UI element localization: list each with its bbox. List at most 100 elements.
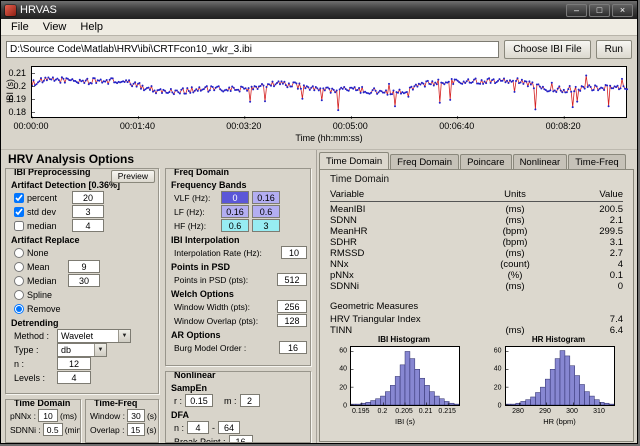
burg-order-input[interactable] (279, 341, 307, 354)
dfa-n-high-input[interactable] (218, 421, 241, 434)
median-checkbox[interactable] (14, 220, 24, 231)
minimize-button-icon[interactable]: – (566, 3, 587, 17)
maximize-button-icon[interactable]: □ (589, 3, 610, 17)
tick-label: 20 (493, 384, 502, 392)
menu-file[interactable]: File (4, 20, 36, 34)
cell-units: (ms) (505, 204, 525, 215)
detrend-n-input[interactable] (57, 357, 91, 370)
artifact-detect-stddev-row: std dev (14, 205, 155, 218)
burg-order-label: Burg Model Order : (174, 342, 247, 353)
welch-overlap-input[interactable] (277, 314, 307, 327)
replace-median-label: Median (27, 275, 57, 286)
dfa-n-label: n : (174, 422, 185, 433)
stddev-label: std dev (27, 206, 57, 217)
cell-units: (ms) (505, 215, 525, 226)
ibi-plot-yticks: 0.21 0.2 0.19 0.18 (1, 66, 28, 118)
percent-checkbox[interactable] (14, 192, 24, 203)
tf-overlap-row: Overlap : (s) (90, 423, 156, 436)
welch-width-input[interactable] (277, 300, 307, 313)
psd-points-input[interactable] (277, 273, 307, 286)
cell-variable: SDNN (330, 215, 357, 226)
hf-low-input[interactable] (221, 219, 249, 232)
dfa-n-low-input[interactable] (187, 421, 210, 434)
cell-value: 0.1 (609, 270, 623, 281)
menu-view[interactable]: View (36, 20, 74, 34)
detrend-type-select[interactable]: db ▼ (57, 342, 107, 357)
ibi-file-path-input[interactable] (6, 40, 500, 58)
tick-label: 310 (593, 408, 605, 415)
chevron-down-icon[interactable]: ▼ (118, 329, 130, 342)
replace-median-input[interactable] (68, 274, 100, 287)
pnnx-label: pNNx : (10, 410, 36, 421)
vlf-label: VLF (Hz): (174, 192, 211, 203)
tab-poincare[interactable]: Poincare (460, 154, 512, 169)
run-button[interactable]: Run (595, 39, 632, 59)
tf-window-label: Window : (90, 410, 125, 421)
replace-mean-input[interactable] (68, 260, 100, 273)
pnnx-row: pNNx : (ms) (10, 409, 77, 422)
cell-units: (%) (507, 270, 523, 281)
tick-label: 0.195 (352, 408, 370, 415)
titlebar[interactable]: HRVAS – □ × (1, 1, 637, 19)
detrend-method-select[interactable]: Wavelet ▼ (57, 328, 131, 343)
cell-value: 4 (617, 259, 623, 270)
tf-window-input[interactable] (126, 409, 145, 422)
tab-time-freq[interactable]: Time-Freq (568, 154, 626, 169)
stddev-input[interactable] (72, 205, 104, 218)
artifact-detect-median-row: median (14, 219, 155, 232)
tick-label: 00:05:00 (332, 121, 368, 131)
percent-input[interactable] (72, 191, 104, 204)
tick-label: 00:08:20 (545, 121, 581, 131)
hf-high-input[interactable] (252, 219, 280, 232)
welch-options-title: Welch Options (171, 289, 234, 299)
replace-spline-radio[interactable] (14, 289, 24, 300)
tab-freq-domain[interactable]: Freq Domain (390, 154, 460, 169)
tab-time-domain[interactable]: Time Domain (319, 152, 390, 169)
median-input[interactable] (72, 219, 104, 232)
replace-median-radio[interactable] (14, 275, 24, 286)
menu-help[interactable]: Help (73, 20, 110, 34)
detrend-n-row: n : (14, 357, 155, 370)
table-row: HRV Triangular Index 7.4 (330, 314, 623, 325)
tick-label: 20 (339, 384, 347, 392)
col-value: Value (599, 189, 623, 200)
sampen-title: SampEn (171, 383, 208, 393)
tick-label: 0.21 (8, 67, 26, 78)
tick-label: 00:03:20 (226, 121, 262, 131)
dfa-title: DFA (171, 410, 189, 420)
results-panel: Time Domain Freq Domain Poincare Nonline… (317, 150, 637, 443)
cell-units: (ms) (505, 248, 525, 259)
table-row: SDHR (bpm) 3.1 (330, 237, 623, 248)
sampen-r-input[interactable] (185, 394, 213, 407)
ibi-histogram-yticks: 0 20 40 60 (324, 346, 348, 409)
replace-none-radio[interactable] (14, 247, 24, 258)
tick-label: 0.2 (13, 80, 26, 91)
detrend-levels-input[interactable] (57, 371, 91, 384)
sdnni-input[interactable] (42, 423, 63, 436)
ibi-histogram-xticks: 0.195 0.2 0.205 0.21 0.215 (350, 408, 460, 416)
group-ibi-preprocessing: IBI Preprocessing Preview Artifact Detec… (5, 168, 159, 394)
cell-variable: SDNNi (330, 281, 360, 292)
lf-high-input[interactable] (252, 205, 280, 218)
lf-low-input[interactable] (221, 205, 249, 218)
replace-mean-label: Mean (27, 261, 50, 272)
pnnx-input[interactable] (37, 409, 58, 422)
interp-rate-input[interactable] (281, 246, 307, 259)
dfa-breakpoint-input[interactable] (228, 435, 253, 442)
sampen-m-input[interactable] (239, 394, 260, 407)
chevron-down-icon[interactable]: ▼ (94, 343, 106, 356)
stddev-checkbox[interactable] (14, 206, 24, 217)
choose-ibi-file-button[interactable]: Choose IBI File (504, 39, 591, 59)
replace-remove-radio[interactable] (14, 303, 24, 314)
vlf-high-input[interactable] (252, 191, 280, 204)
tab-nonlinear[interactable]: Nonlinear (512, 154, 568, 169)
preview-button[interactable]: Preview (110, 170, 155, 183)
artifact-replace-title: Artifact Replace (11, 235, 80, 245)
median-label: median (27, 220, 57, 231)
close-button-icon[interactable]: × (612, 3, 633, 17)
replace-mean-radio[interactable] (14, 261, 24, 272)
tf-overlap-input[interactable] (126, 423, 145, 436)
cell-variable: MeanIBI (330, 204, 366, 215)
cell-value: 299.5 (599, 226, 623, 237)
vlf-low-input[interactable] (221, 191, 249, 204)
